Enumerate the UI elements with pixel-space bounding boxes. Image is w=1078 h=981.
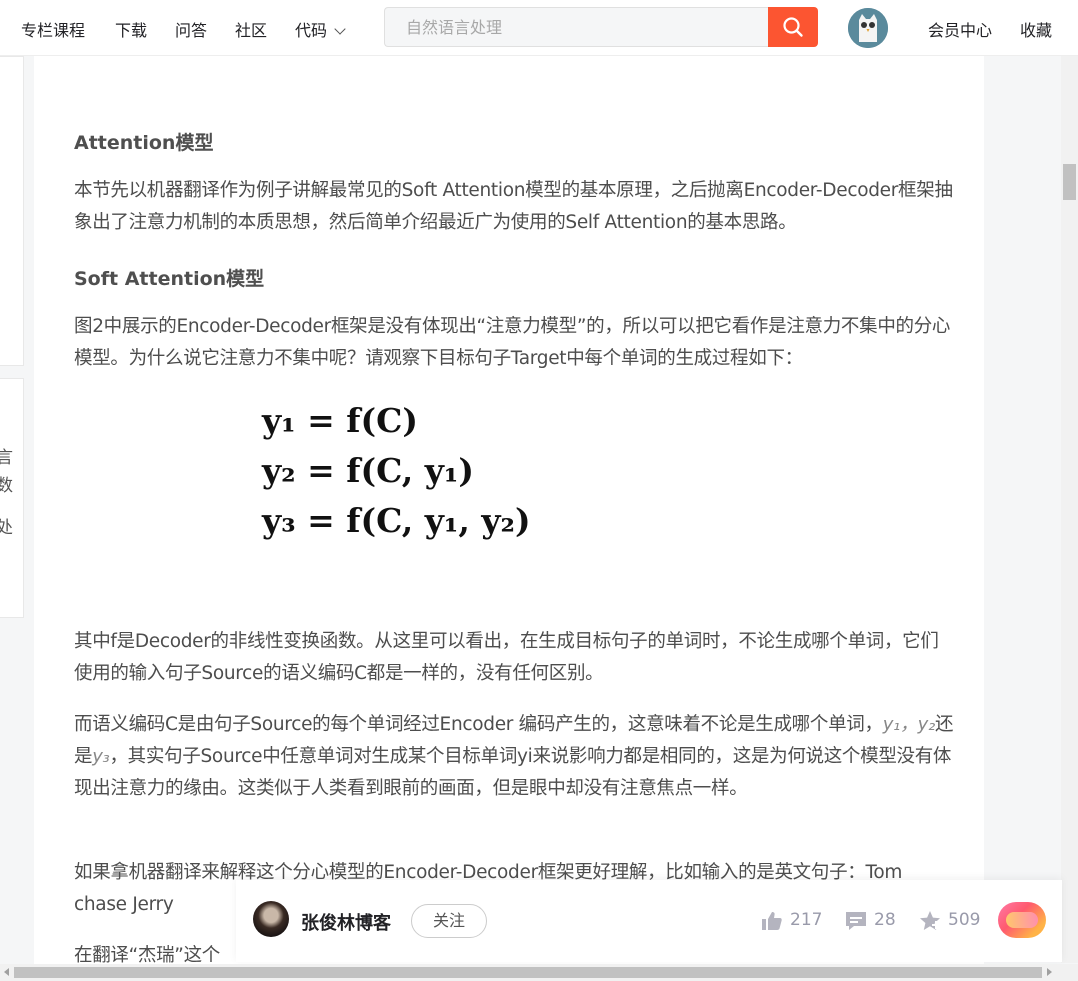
sidebar-char: 数	[0, 476, 13, 496]
like-button[interactable]: 217	[760, 909, 830, 933]
paragraph-distracted-model: 图2中展示的Encoder-Decoder框架是没有体现出“注意力模型”的，所以…	[74, 316, 951, 369]
paragraph-semantic-encoding: 而语义编码C是由句子Source的每个单词经过Encoder 编码产生的，这意味…	[74, 714, 954, 799]
sidebar-card-category[interactable]: 言 数 处	[0, 378, 24, 618]
formula-line-2: y₂ = f(C, y₁)	[262, 451, 474, 490]
search-input[interactable]	[385, 8, 770, 46]
author-avatar[interactable]	[253, 901, 289, 937]
horizontal-scrollbar[interactable]	[0, 964, 1078, 981]
scroll-left-icon[interactable]	[4, 968, 9, 976]
favorite-count: 509	[948, 910, 981, 930]
nav-item-community[interactable]: 社区	[235, 17, 267, 41]
sidebar-char: 处	[0, 518, 13, 538]
top-nav: 专栏课程 下载 问答 社区 代码 会员中心 收藏	[0, 0, 1078, 56]
vertical-scrollbar[interactable]	[1061, 56, 1078, 963]
article-body: Attention模型 本节先以机器翻译作为例子讲解最常见的Soft Atten…	[34, 56, 984, 981]
comment-icon	[846, 912, 866, 930]
favorites-link[interactable]: 收藏	[1020, 17, 1052, 41]
star-icon	[920, 911, 940, 930]
user-avatar[interactable]	[848, 8, 888, 48]
vertical-scroll-thumb[interactable]	[1063, 164, 1076, 200]
formula-line-3: y₃ = f(C, y₁, y₂)	[262, 501, 531, 540]
sidebar-card-top	[0, 56, 24, 366]
horizontal-scroll-thumb[interactable]	[14, 967, 1042, 978]
nav-item-qa[interactable]: 问答	[175, 17, 207, 41]
paragraph-decoder-function: 其中f是Decoder的非线性变换函数。从这里可以看出，在生成目标句子的单词时，…	[74, 631, 939, 684]
nav-code-label: 代码	[295, 21, 328, 40]
member-center-link[interactable]: 会员中心	[928, 17, 992, 41]
favorite-button[interactable]: 509	[918, 909, 988, 933]
heading-attention-model: Attention模型	[74, 132, 214, 154]
formula-image: y₁ = f(C) y₂ = f(C, y₁) y₃ = f(C, y₁, y₂…	[262, 401, 562, 551]
heading-soft-attention: Soft Attention模型	[74, 268, 265, 290]
inline-y3: y₃	[92, 746, 110, 767]
chevron-down-icon	[334, 23, 346, 35]
like-count: 217	[790, 910, 823, 930]
comment-count: 28	[874, 910, 896, 930]
reward-badge-icon[interactable]	[998, 902, 1046, 938]
nav-item-courses[interactable]: 专栏课程	[21, 17, 85, 41]
owl-avatar-icon	[848, 8, 888, 48]
article-toolbar: 张俊林博客 关注 217 28 509	[236, 880, 1062, 962]
search-button[interactable]	[768, 7, 818, 47]
nav-item-download[interactable]: 下载	[115, 17, 147, 41]
formula-line-1: y₁ = f(C)	[262, 401, 418, 440]
search-icon	[783, 17, 803, 37]
nav-item-code[interactable]: 代码	[295, 17, 346, 41]
paragraph-intro: 本节先以机器翻译作为例子讲解最常见的Soft Attention模型的基本原理，…	[74, 180, 953, 233]
sidebar-char: 言	[0, 448, 13, 468]
scroll-right-icon[interactable]	[1047, 968, 1052, 976]
author-name[interactable]: 张俊林博客	[301, 909, 391, 935]
comment-button[interactable]: 28	[844, 909, 904, 933]
inline-y1-y2: y₁，y₂	[882, 714, 936, 735]
thumbs-up-icon	[762, 912, 782, 930]
search-box	[384, 7, 770, 47]
follow-button[interactable]: 关注	[411, 904, 487, 938]
